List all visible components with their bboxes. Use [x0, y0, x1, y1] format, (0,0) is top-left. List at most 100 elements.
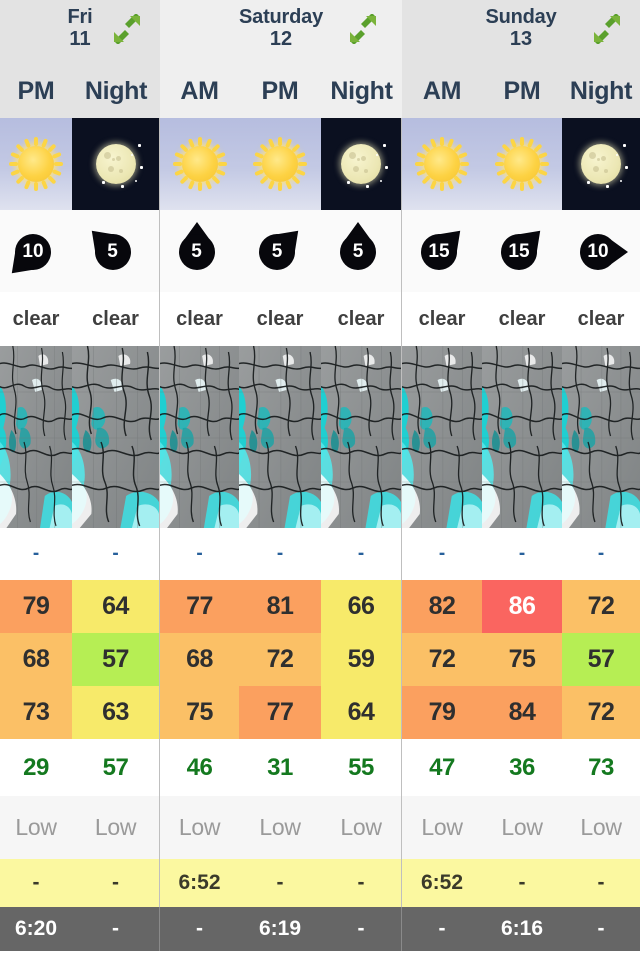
day-group-0: Fri 11 PM Night [0, 0, 160, 118]
period-label-6[interactable]: PM [482, 64, 562, 118]
precipitation-cell-2: - [196, 543, 203, 564]
wind-speed-value: 10 [15, 234, 51, 270]
condition-cell-3: clear [256, 307, 304, 330]
sunrise-cell-5: 6:52 [420, 871, 464, 894]
temperature-cell: 72 [562, 686, 640, 739]
map-cell-0[interactable] [0, 346, 72, 528]
weather-map-thumbnail[interactable] [482, 346, 562, 528]
period-label-1[interactable]: Night [72, 64, 160, 118]
day-title-1: Saturday 12 [160, 0, 402, 64]
weather-map-thumbnail[interactable] [72, 346, 159, 528]
humidity-cell-5: 47 [429, 753, 455, 781]
condition-cell-0: clear [12, 307, 60, 330]
precipitation-cell-5: - [438, 543, 446, 564]
weather-map-thumbnail[interactable] [239, 346, 321, 528]
wind-indicator: 5 [249, 220, 311, 282]
sky-icon-row [0, 118, 640, 210]
moon-icon [88, 136, 144, 192]
weather-map-thumbnail[interactable] [562, 346, 640, 528]
period-row-2: AM PM Night [402, 64, 640, 118]
temperature-cell: 63 [72, 686, 160, 739]
condition-cell-2: clear [176, 307, 223, 330]
humidity-row: 29 57 46 31 55 47 36 73 [0, 739, 640, 796]
moon-icon [573, 136, 629, 192]
moon-icon [333, 136, 389, 192]
risk-row: Low Low Low Low Low Low Low Low [0, 796, 640, 859]
temperature-cell: 79 [402, 686, 482, 739]
wind-indicator: 10 [570, 220, 632, 282]
wind-cell-3: 5 [239, 210, 321, 292]
wind-cell-6: 15 [482, 210, 562, 292]
temperature-cell: 57 [72, 633, 160, 686]
map-cell-3[interactable] [239, 346, 321, 528]
expand-arrows-icon[interactable] [112, 13, 142, 45]
condition-cell-6: clear [498, 307, 546, 330]
map-cell-7[interactable] [562, 346, 640, 528]
wind-indicator: 10 [5, 220, 67, 282]
wind-indicator: 5 [330, 220, 392, 282]
period-label-0[interactable]: PM [0, 64, 72, 118]
map-cell-2[interactable] [160, 346, 239, 528]
weather-map-thumbnail[interactable] [0, 346, 72, 528]
sunset-cell-3: 6:19 [258, 917, 302, 940]
sunrise-cell-1: - [72, 859, 160, 907]
sunrise-cell-2: 6:52 [178, 871, 221, 894]
temperature-cell: 68 [160, 633, 239, 686]
map-cell-5[interactable] [402, 346, 482, 528]
weather-map-thumbnail[interactable] [160, 346, 239, 528]
period-label-5[interactable]: AM [402, 64, 482, 118]
wind-indicator: 15 [491, 220, 553, 282]
precipitation-cell-3: - [276, 543, 284, 564]
risk-cell-7: Low [580, 814, 622, 840]
temperature-min-row: 73 63 75 77 64 79 84 72 [0, 686, 640, 739]
sun-icon [414, 136, 470, 192]
sunrise-row: - -6:52- -6:52- - [0, 859, 640, 907]
sky-cell-1 [72, 118, 160, 210]
risk-cell-1: Low [72, 796, 160, 859]
wind-cell-2: 5 [160, 210, 239, 292]
wind-speed-value: 10 [580, 234, 616, 270]
risk-cell-2: Low [178, 814, 221, 840]
expand-arrows-icon[interactable] [592, 13, 622, 45]
temperature-cell: 66 [321, 580, 402, 633]
wind-speed-value: 5 [259, 234, 295, 270]
wind-indicator: 5 [169, 220, 231, 282]
sky-cell-7 [562, 118, 640, 210]
wind-speed-value: 5 [94, 234, 131, 270]
temperature-max-row: 79 64 77 81 66 82 86 72 [0, 580, 640, 633]
map-cell-4[interactable] [321, 346, 402, 528]
period-label-3[interactable]: PM [239, 64, 321, 118]
day-label-2: Sunday 13 [485, 0, 556, 51]
precipitation-cell-7: - [597, 543, 605, 564]
sunset-cell-0: 6:20 [14, 917, 58, 940]
sunset-cell-6: 6:16 [500, 917, 544, 940]
wind-speed-value: 15 [421, 234, 457, 270]
temperature-cell: 64 [321, 686, 402, 739]
period-row-1: AM PM Night [160, 64, 402, 118]
weather-map-thumbnail[interactable] [402, 346, 482, 528]
sky-cell-0 [0, 118, 72, 210]
weather-map-thumbnail[interactable] [321, 346, 401, 528]
period-label-2[interactable]: AM [160, 64, 239, 118]
map-cell-6[interactable] [482, 346, 562, 528]
day-number-1: 12 [269, 28, 293, 51]
temperature-cell: 82 [402, 580, 482, 633]
day-name-1: Saturday [239, 6, 323, 28]
period-label-4[interactable]: Night [321, 64, 402, 118]
precipitation-cell-6: - [518, 543, 526, 564]
risk-cell-5: Low [421, 814, 463, 840]
risk-cell-3: Low [259, 814, 301, 840]
sunrise-cell-3: - [276, 871, 284, 894]
sunset-cell-5: - [438, 917, 446, 940]
temperature-cell: 86 [482, 580, 562, 633]
risk-cell-0: Low [15, 814, 57, 840]
temperature-cell: 68 [0, 633, 72, 686]
map-cell-1[interactable] [72, 346, 160, 528]
temperature-cell: 64 [72, 580, 160, 633]
expand-arrows-icon[interactable] [348, 13, 378, 45]
period-row-0: PM Night [0, 64, 160, 118]
humidity-cell-2: 46 [186, 753, 213, 781]
period-label-7[interactable]: Night [562, 64, 640, 118]
sunrise-cell-7: - [597, 871, 605, 894]
wind-speed-value: 15 [501, 234, 537, 270]
